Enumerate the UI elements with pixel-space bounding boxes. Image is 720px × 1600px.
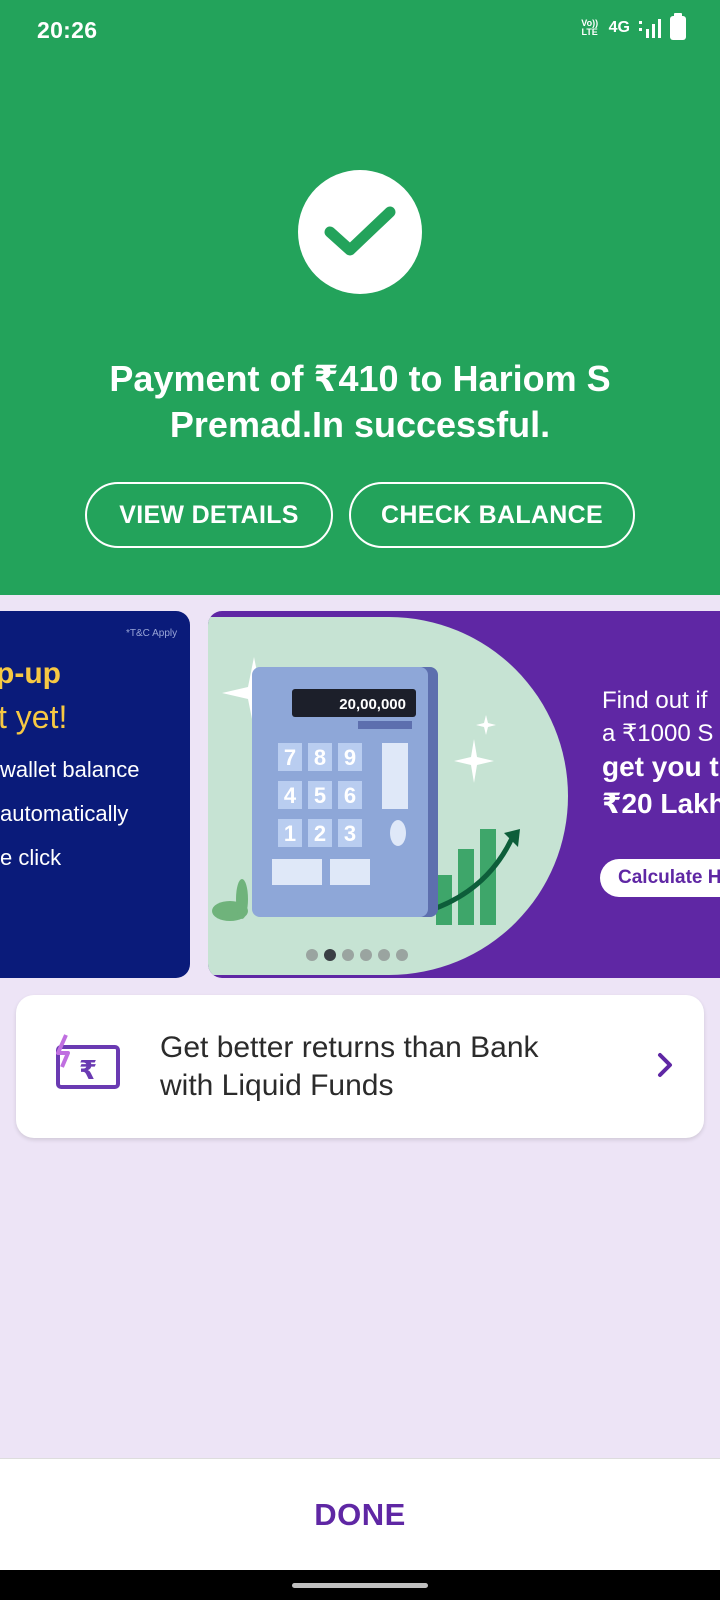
banner-line: wallet balance [0, 757, 140, 782]
carousel-dot[interactable] [378, 949, 390, 961]
carousel-indicator [306, 949, 408, 961]
status-bar: 20:26 Vo)) LTE 4G [0, 0, 720, 62]
banner-line: e click [0, 845, 62, 870]
success-check-icon [298, 170, 422, 294]
svg-text:5: 5 [314, 783, 326, 808]
svg-text:₹: ₹ [79, 1056, 97, 1086]
banner-line: get you t [602, 751, 719, 782]
liquid-funds-card[interactable]: ₹ Get better returns than Bank with Liqu… [16, 995, 704, 1138]
chevron-right-icon [658, 1053, 672, 1077]
carousel-dot[interactable] [306, 949, 318, 961]
footer-bar: DONE [0, 1458, 720, 1570]
banner-line: Find out if [602, 687, 708, 714]
wallet-topup-banner[interactable]: *T&C Apply p-up t yet! wallet balance au… [0, 611, 190, 978]
carousel-dot[interactable] [342, 949, 354, 961]
check-balance-button[interactable]: CHECK BALANCE [349, 482, 635, 548]
carousel-dot[interactable] [360, 949, 372, 961]
svg-text:6: 6 [344, 783, 356, 808]
battery-icon [670, 13, 686, 40]
status-icons: Vo)) LTE 4G [579, 13, 686, 40]
svg-text:4: 4 [284, 783, 297, 808]
svg-text:8: 8 [314, 745, 326, 770]
terms-note: *T&C Apply [126, 628, 178, 639]
sip-calculator-banner[interactable]: 20,00,000 7 8 9 4 5 6 1 2 3 Find out if … [208, 611, 720, 978]
status-time: 20:26 [37, 17, 98, 43]
banner-line: automatically [0, 801, 129, 826]
view-details-button[interactable]: VIEW DETAILS [85, 482, 333, 548]
done-button[interactable]: DONE [314, 1497, 406, 1533]
svg-text:9: 9 [344, 745, 356, 770]
svg-text:7: 7 [284, 745, 296, 770]
svg-text:1: 1 [284, 821, 296, 846]
network-type: 4G [608, 19, 630, 36]
calculator-illustration: 20,00,000 7 8 9 4 5 6 1 2 3 [212, 657, 520, 925]
volte-icon: Vo)) LTE [581, 18, 599, 37]
calculator-display: 20,00,000 [339, 696, 406, 713]
banner-title: p-up [0, 657, 61, 690]
carousel-dot-active[interactable] [324, 949, 336, 961]
carousel-dot[interactable] [396, 949, 408, 961]
banner-subtitle: t yet! [0, 699, 68, 735]
home-gesture-handle[interactable] [292, 1583, 428, 1588]
banner-line: a ₹1000 S [602, 720, 714, 747]
calculate-button[interactable]: Calculate H [600, 859, 720, 897]
banner-line: ₹20 Lakh [602, 788, 720, 819]
rupee-wallet-icon: ₹ [56, 1034, 120, 1089]
svg-text:2: 2 [314, 821, 326, 846]
system-nav-bar [0, 1570, 720, 1600]
payment-success-message: Payment of ₹410 to Hariom S Premad.In su… [109, 358, 611, 445]
liquid-funds-text: Get better returns than Bank with Liquid… [160, 1031, 539, 1102]
success-header: 20:26 Vo)) LTE 4G Payment of ₹410 to Har… [0, 0, 720, 595]
svg-text:3: 3 [344, 821, 356, 846]
signal-icon [639, 19, 661, 38]
